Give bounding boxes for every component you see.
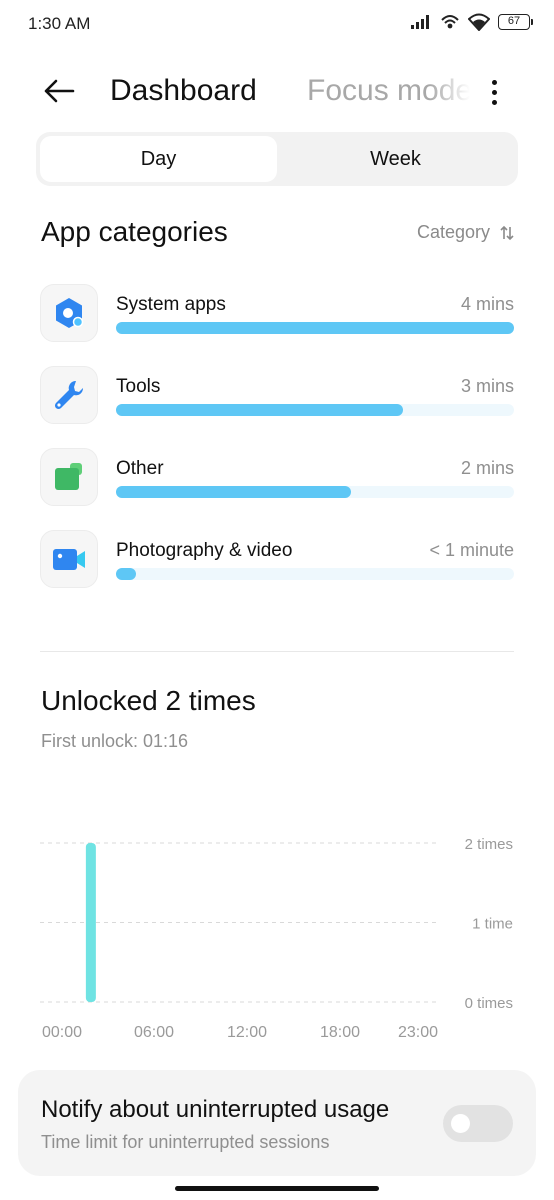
home-indicator[interactable] xyxy=(175,1186,379,1191)
video-camera-icon xyxy=(53,549,85,570)
sort-label: Category xyxy=(416,222,490,242)
notify-subtitle: Time limit for uninterrupted sessions xyxy=(41,1132,330,1152)
battery-icon: 67 xyxy=(498,14,533,30)
status-icons: 67 xyxy=(410,13,533,31)
hotspot-icon xyxy=(441,15,459,29)
section-divider xyxy=(40,651,514,652)
unlock-chart: 0 times 1 time 2 times 00:00 06:00 12:00 18:00… xyxy=(40,836,513,1041)
category-time: 3 mins xyxy=(460,376,514,396)
notify-uninterrupted-card[interactable]: Notify about uninterrupted usage Time li… xyxy=(18,1070,536,1176)
chart-x-tick-label: 18:00 xyxy=(320,1024,360,1041)
chart-y-tick-label: 2 times xyxy=(465,836,513,853)
notify-toggle[interactable] xyxy=(443,1105,513,1142)
category-row-system-apps[interactable]: System apps 4 mins xyxy=(40,284,514,342)
tab-dashboard[interactable]: Dashboard xyxy=(110,74,257,108)
category-usage-bar xyxy=(116,568,514,580)
notify-title: Notify about uninterrupted usage xyxy=(41,1096,390,1123)
category-usage-fill xyxy=(116,404,403,416)
category-name: Other xyxy=(116,458,164,479)
more-vertical-icon xyxy=(491,79,497,85)
category-row-tools[interactable]: Tools 3 mins xyxy=(40,366,514,424)
category-row-photography-video[interactable]: Photography & video < 1 minute xyxy=(40,530,514,588)
category-usage-fill xyxy=(116,322,514,334)
category-usage-fill xyxy=(116,486,351,498)
category-row-other[interactable]: Other 2 mins xyxy=(40,448,514,506)
category-icon-tile xyxy=(40,448,98,506)
segment-day[interactable]: Day xyxy=(40,136,277,182)
chart-y-tick-label: 1 time xyxy=(472,916,513,933)
tab-focus-mode[interactable]: Focus mode xyxy=(307,74,470,108)
category-time: 2 mins xyxy=(460,458,514,478)
signal-icon xyxy=(411,15,429,29)
wrench-icon xyxy=(54,380,84,410)
category-icon-tile xyxy=(40,366,98,424)
sort-icon xyxy=(500,225,514,240)
period-switch: Day Week xyxy=(36,132,518,186)
category-icon-tile xyxy=(40,530,98,588)
chart-y-tick-label: 0 times xyxy=(465,995,513,1012)
category-time: 4 mins xyxy=(460,294,514,314)
wifi-icon xyxy=(468,13,490,31)
category-name: Tools xyxy=(116,376,161,397)
back-button[interactable] xyxy=(40,74,78,108)
unlock-count-title: Unlocked 2 times xyxy=(41,685,256,716)
other-apps-icon xyxy=(55,463,82,490)
chart-x-tick-label: 23:00 xyxy=(398,1024,438,1041)
category-usage-bar xyxy=(116,322,514,334)
chart-bar xyxy=(85,843,96,1002)
app-categories-title: App categories xyxy=(41,216,228,247)
toggle-knob xyxy=(451,1114,470,1133)
category-icon-tile xyxy=(40,284,98,342)
first-unlock-text: First unlock: 01:16 xyxy=(41,731,189,751)
category-usage-bar xyxy=(116,486,514,498)
system-apps-icon xyxy=(56,298,84,328)
chart-x-tick-label: 00:00 xyxy=(42,1024,82,1041)
category-name: System apps xyxy=(116,294,226,315)
category-sort-button[interactable]: Category xyxy=(417,222,514,243)
chart-x-tick-label: 06:00 xyxy=(134,1024,174,1041)
segment-week[interactable]: Week xyxy=(277,136,514,182)
header: Dashboard Focus mode xyxy=(0,60,554,122)
category-time: < 1 minute xyxy=(429,540,514,560)
more-options-button[interactable] xyxy=(482,76,506,108)
category-usage-bar xyxy=(116,404,514,416)
status-bar: 1:30 AM 67 xyxy=(0,0,554,48)
category-usage-fill xyxy=(116,568,136,580)
chart-x-tick-label: 12:00 xyxy=(227,1024,267,1041)
arrow-left-icon xyxy=(44,79,75,103)
category-name: Photography & video xyxy=(116,540,293,561)
status-time: 1:30 AM xyxy=(28,14,91,33)
